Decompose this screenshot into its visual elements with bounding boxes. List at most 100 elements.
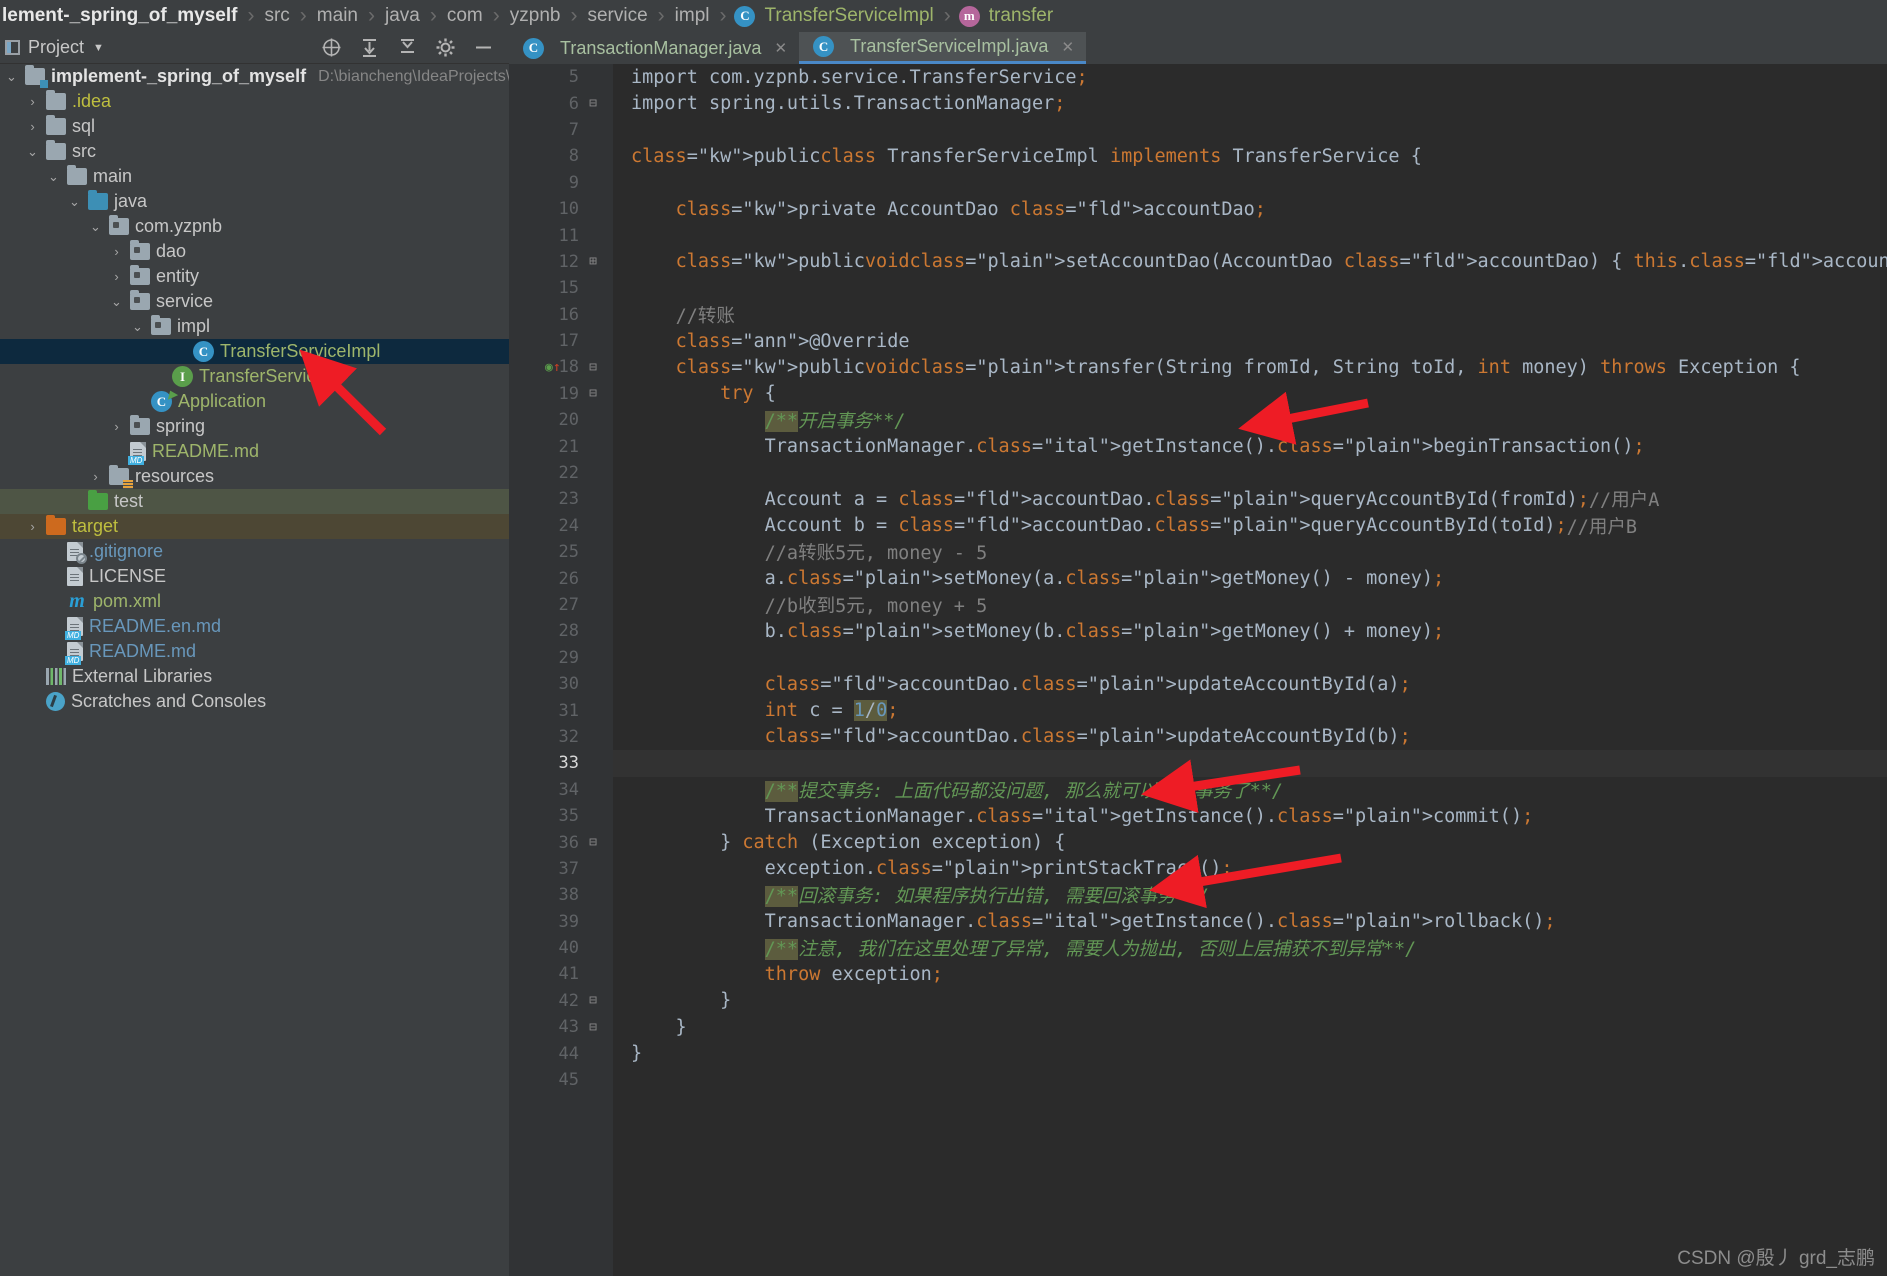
- code-line[interactable]: 11: [559, 222, 1887, 248]
- tree-row[interactable]: › MD README.en.md: [0, 614, 509, 640]
- chevron-down-icon[interactable]: ⌄: [4, 69, 19, 85]
- code-line[interactable]: 33: [509, 750, 1887, 777]
- code-line[interactable]: 42 ⊟ }: [559, 988, 1887, 1014]
- expand-all-icon[interactable]: [359, 37, 380, 58]
- code-line[interactable]: 38 /**回滚事务: 如果程序执行出错, 需要回滚事务**/: [559, 882, 1887, 908]
- code-line[interactable]: 25 //a转账5元, money - 5: [559, 539, 1887, 565]
- editor-code-area[interactable]: 5 import com.yzpnb.service.TransferServic…: [509, 64, 1887, 1276]
- code-line[interactable]: 19 ⊟ try {: [559, 381, 1887, 407]
- code-line[interactable]: 22: [559, 460, 1887, 486]
- tree-row[interactable]: › test: [0, 489, 509, 514]
- breadcrumb-src[interactable]: src: [262, 5, 291, 27]
- breadcrumb-com[interactable]: com: [445, 5, 485, 27]
- override-marker-icon[interactable]: ◉↑: [545, 360, 561, 375]
- chevron-right-icon[interactable]: ›: [88, 469, 103, 484]
- tree-row[interactable]: › resources: [0, 464, 509, 489]
- code-line[interactable]: 44}: [559, 1040, 1887, 1066]
- chevron-down-icon[interactable]: ⌄: [46, 169, 61, 185]
- tree-row[interactable]: ⌄ src: [0, 139, 509, 164]
- tree-row[interactable]: › spring: [0, 414, 509, 439]
- tree-row[interactable]: ⌄ com.yzpnb: [0, 214, 509, 239]
- tree-row[interactable]: › LICENSE: [0, 564, 509, 589]
- code-line[interactable]: 20 /**开启事务**/: [559, 407, 1887, 433]
- code-folding-icon[interactable]: ⊟: [585, 835, 601, 850]
- tree-row[interactable]: ⌄ impl: [0, 314, 509, 339]
- code-line[interactable]: 39 TransactionManager.class="ital">getIn…: [559, 909, 1887, 935]
- tab-transferserviceimpl[interactable]: C TransferServiceImpl.java ✕: [799, 32, 1087, 64]
- code-folding-icon[interactable]: ⊟: [585, 993, 601, 1008]
- tree-row[interactable]: › Scratches and Consoles: [0, 689, 509, 714]
- chevron-down-icon[interactable]: ⌄: [130, 319, 145, 335]
- chevron-down-icon[interactable]: ▼: [93, 42, 104, 54]
- code-line[interactable]: 21 TransactionManager.class="ital">getIn…: [559, 433, 1887, 459]
- code-line[interactable]: 27 //b收到5元, money + 5: [559, 592, 1887, 618]
- chevron-right-icon[interactable]: ›: [25, 94, 40, 109]
- project-tree[interactable]: ⌄ implement-_spring_of_myself D:\bianche…: [0, 64, 509, 1276]
- code-line[interactable]: 37 exception.class="plain">printStackTra…: [559, 856, 1887, 882]
- code-line[interactable]: 45: [559, 1067, 1887, 1093]
- breadcrumb-class[interactable]: TransferServiceImpl: [762, 5, 935, 27]
- editor-gutter[interactable]: [509, 64, 613, 1276]
- code-line[interactable]: 41 throw exception;: [559, 961, 1887, 987]
- code-line[interactable]: 7: [569, 117, 1887, 143]
- code-line[interactable]: 16 //转账: [559, 302, 1887, 328]
- code-line[interactable]: 24 Account b = class="fld">accountDao. cl…: [559, 513, 1887, 539]
- code-line[interactable]: 15: [559, 275, 1887, 301]
- code-line[interactable]: 35 TransactionManager.class="ital">getIn…: [559, 803, 1887, 829]
- chevron-down-icon[interactable]: ⌄: [88, 219, 103, 235]
- tree-row[interactable]: › dao: [0, 239, 509, 264]
- code-line[interactable]: 5 import com.yzpnb.service.TransferServic…: [569, 64, 1887, 90]
- close-icon[interactable]: ✕: [774, 39, 787, 57]
- code-line[interactable]: 23 Account a = class="fld">accountDao. cl…: [559, 486, 1887, 512]
- tree-row[interactable]: › C TransferServiceImpl: [0, 339, 509, 364]
- code-line[interactable]: 26 a.class="plain">setMoney (a. class ="pla…: [559, 565, 1887, 591]
- collapse-all-icon[interactable]: [397, 37, 418, 58]
- tree-row[interactable]: ⌄ java: [0, 189, 509, 214]
- code-line[interactable]: 31 int c = 1/0;: [559, 697, 1887, 723]
- tree-row[interactable]: ⌄ main: [0, 164, 509, 189]
- code-line[interactable]: 30 class="fld">accountDao. class ="plain">…: [559, 671, 1887, 697]
- code-line[interactable]: 43 ⊟ }: [559, 1014, 1887, 1040]
- settings-gear-icon[interactable]: [435, 37, 456, 58]
- code-folding-icon[interactable]: ⊟: [585, 96, 601, 111]
- tree-row[interactable]: › .gitignore: [0, 539, 509, 564]
- code-line[interactable]: 17 class="ann">@Override: [559, 328, 1887, 354]
- tab-transactionmanager[interactable]: C TransactionManager.java ✕: [509, 32, 799, 64]
- code-line[interactable]: 40 /**注意, 我们在这里处理了异常, 需要人为抛出, 否则上层捕获不到异常…: [559, 935, 1887, 961]
- close-icon[interactable]: ✕: [1061, 38, 1074, 56]
- tree-row[interactable]: › MD README.md: [0, 439, 509, 465]
- code-folding-icon[interactable]: ⊟: [585, 1020, 601, 1035]
- code-line[interactable]: 10 class="kw">private AccountDao class ="…: [559, 196, 1887, 222]
- code-line[interactable]: 9: [569, 170, 1887, 196]
- chevron-right-icon[interactable]: ›: [25, 119, 40, 134]
- breadcrumb-service[interactable]: service: [585, 5, 649, 27]
- tree-row[interactable]: › External Libraries: [0, 664, 509, 689]
- breadcrumb-impl[interactable]: impl: [673, 5, 712, 27]
- code-editor[interactable]: 5 import com.yzpnb.service.TransferServic…: [509, 64, 1887, 1276]
- tree-row[interactable]: › target: [0, 514, 509, 539]
- breadcrumb-main[interactable]: main: [315, 5, 360, 27]
- code-folding-icon[interactable]: ⊟: [585, 360, 601, 375]
- code-line[interactable]: 36 ⊟ } catch (Exception exception) {: [559, 829, 1887, 855]
- editor-tabs[interactable]: C TransactionManager.java ✕ C TransferSe…: [509, 32, 1887, 64]
- chevron-down-icon[interactable]: ⌄: [109, 294, 124, 310]
- toolwindow-title[interactable]: Project: [28, 37, 84, 58]
- chevron-right-icon[interactable]: ›: [109, 244, 124, 259]
- tree-row[interactable]: › sql: [0, 114, 509, 139]
- tree-row[interactable]: › MD README.md: [0, 639, 509, 665]
- tree-row-root[interactable]: ⌄ implement-_spring_of_myself D:\bianche…: [0, 64, 509, 89]
- code-line[interactable]: 34 /**提交事务: 上面代码都没问题, 那么就可以提交事务了**/: [559, 777, 1887, 803]
- chevron-down-icon[interactable]: ⌄: [25, 144, 40, 160]
- tree-row[interactable]: › C▶Application: [0, 389, 509, 414]
- code-line[interactable]: 18 ⊟ ◉↑ class="kw">public void class ="plai…: [545, 354, 1887, 380]
- chevron-right-icon[interactable]: ›: [109, 419, 124, 434]
- tree-row[interactable]: › I TransferService: [0, 364, 509, 389]
- hide-toolwindow-icon[interactable]: [473, 37, 494, 58]
- chevron-down-icon[interactable]: ⌄: [67, 194, 82, 210]
- breadcrumb-java[interactable]: java: [383, 5, 422, 27]
- code-line[interactable]: 32 class="fld">accountDao. class ="plain">…: [559, 724, 1887, 750]
- code-line[interactable]: 12 ⊞ class="kw">public void class ="plain"…: [559, 249, 1887, 275]
- chevron-right-icon[interactable]: ›: [25, 519, 40, 534]
- locate-icon[interactable]: [321, 37, 342, 58]
- code-line[interactable]: 6 ⊟ import spring.utils.TransactionManager…: [569, 90, 1887, 116]
